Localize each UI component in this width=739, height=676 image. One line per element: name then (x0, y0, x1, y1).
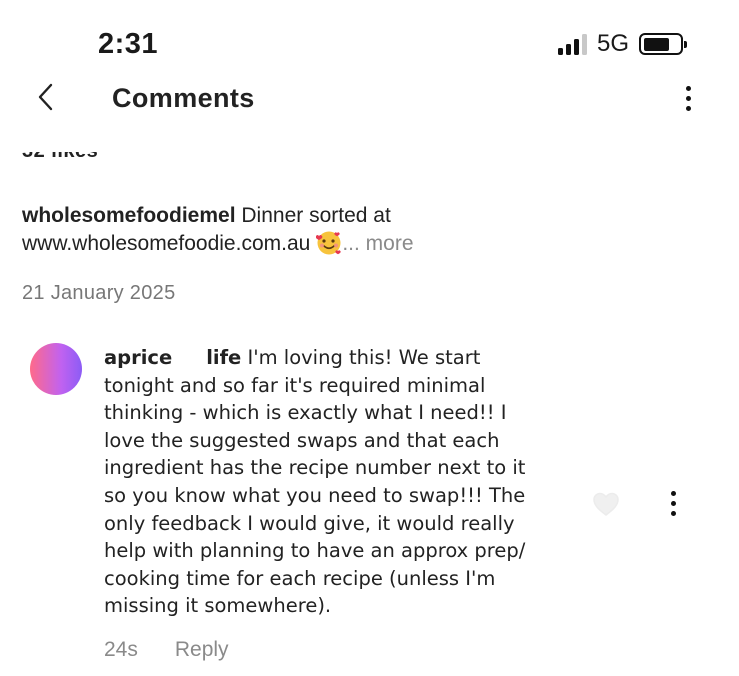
comment-options-button[interactable] (671, 491, 676, 516)
caption-more-link[interactable]: ... more (342, 232, 413, 255)
post-date: 21 January 2025 (22, 282, 176, 304)
caption-text: Dinner sorted at (241, 204, 391, 227)
comment-line: cooking time for each recipe (unless I'm (104, 566, 496, 590)
back-button[interactable] (36, 82, 54, 120)
avatar[interactable] (30, 343, 82, 395)
post-caption: wholesomefoodiemel Dinner sorted at www.… (22, 202, 542, 258)
chevron-left-icon (38, 83, 53, 111)
comment-meta: 24s Reply (104, 638, 229, 662)
more-vertical-icon (686, 86, 691, 91)
battery-icon (639, 33, 687, 55)
reply-button[interactable]: Reply (175, 638, 229, 662)
heart-outline-icon[interactable] (592, 491, 620, 517)
comment-line: tonight and so far it's required minimal (104, 373, 486, 397)
more-options-button[interactable] (686, 86, 691, 111)
comment-line: love the suggested swaps and that each (104, 428, 500, 452)
status-time: 2:31 (98, 28, 159, 60)
comment-first-line: aprice life I'm loving this! We start (104, 346, 481, 369)
network-type: 5G (596, 30, 629, 57)
comment-line: missing it somewhere). (104, 594, 332, 618)
caption-username[interactable]: wholesomefoodiemel (22, 204, 236, 227)
more-vertical-icon (671, 491, 676, 496)
comment-body: aprice life I'm loving this! We start ton… (104, 344, 574, 620)
smiling-face-with-hearts-icon (316, 231, 342, 255)
comment-line: ingredient has the recipe number next to… (104, 456, 526, 480)
comment-time: 24s (104, 638, 138, 661)
caption-link[interactable]: www.wholesomefoodie.com.au (22, 232, 310, 255)
like-count[interactable]: 32 likes (22, 152, 98, 172)
comment-line: only feedback I would give, it would rea… (104, 511, 515, 535)
status-icons: 5G (557, 30, 687, 58)
cellular-signal-icon (557, 33, 587, 55)
comment-line: so you know what you need to swap!!! The (104, 483, 526, 507)
comment-line: help with planning to have an approx pre… (104, 539, 526, 563)
comment-username[interactable]: aprice life (104, 346, 241, 369)
page-title: Comments (112, 83, 255, 113)
comment-line: thinking - which is exactly what I need!… (104, 401, 507, 425)
